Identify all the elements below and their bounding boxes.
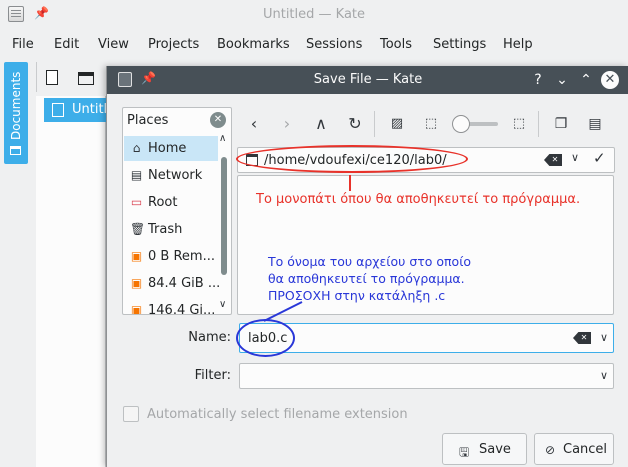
dialog-title: Save File — Kate [313, 72, 423, 87]
menubar: File Edit View Projects Bookmarks Sessio… [0, 30, 628, 58]
name-annotation-ellipse [236, 319, 295, 357]
cancel-button[interactable]: ⊘ Cancel [534, 433, 614, 465]
help-button[interactable]: ? [528, 70, 548, 90]
scroll-up-icon[interactable]: ∧ [219, 133, 226, 144]
documents-side-tab[interactable]: Documents [4, 62, 28, 164]
place-home[interactable]: ⌂ Home [124, 136, 218, 161]
path-annotation-line [349, 175, 351, 191]
preview-icon[interactable]: ▨ [384, 111, 410, 137]
place-label: 146.4 Gi... [148, 303, 216, 314]
filter-combobox[interactable]: ∨ [239, 363, 614, 389]
home-icon: ⌂ [132, 141, 141, 155]
place-drive-removable[interactable]: ▣ 0 B Rem... [124, 244, 218, 269]
filename-input[interactable]: lab0.c ✕ ∨ [239, 323, 614, 353]
save-button-label: Save [479, 442, 511, 457]
drive-icon: ▣ [130, 249, 143, 263]
place-trash[interactable]: 🗑 Trash [124, 217, 218, 242]
place-label: 84.4 GiB ... [148, 276, 221, 291]
toolbar-separator [374, 111, 375, 137]
main-window-title: Untitled — Kate [262, 7, 366, 22]
name-annotation-text: Το όνομα του αρχείου στο οποίο θα αποθηκ… [268, 253, 471, 304]
documents-tab-label: Documents [9, 71, 23, 140]
place-label: Root [148, 195, 178, 210]
clear-path-icon[interactable]: ✕ [544, 154, 562, 166]
name-annotation-line-1: Το όνομα του αρχείου στο οποίο [268, 254, 472, 269]
place-label: Trash [148, 222, 183, 237]
clear-name-icon[interactable]: ✕ [573, 332, 591, 344]
places-close-icon[interactable]: ✕ [210, 112, 226, 128]
path-annotation-ellipse [236, 145, 468, 173]
toolbar-separator [36, 62, 37, 92]
place-label: Network [148, 168, 203, 183]
zoom-in-icon[interactable]: ⬚ [506, 111, 532, 137]
document-item-untitled[interactable]: Untitled [44, 98, 112, 122]
new-folder-icon[interactable]: ❐ [548, 111, 574, 137]
toolbar-separator [538, 111, 539, 137]
network-icon: ▤ [130, 168, 143, 182]
path-annotation-text: Το μονοπάτι όπου θα αποθηκευτεί το πρόγρ… [256, 192, 581, 207]
places-panel: Places ✕ ⌂ Home ▤ Network ▭ Root 🗑 Trash… [122, 107, 232, 315]
forward-icon[interactable]: › [274, 111, 300, 137]
save-button[interactable]: 🖫 Save [442, 433, 527, 465]
place-label: 0 B Rem... [148, 249, 215, 264]
icon-size-slider[interactable] [452, 115, 500, 133]
close-button[interactable]: ✕ [601, 71, 619, 89]
new-document-icon[interactable] [46, 70, 58, 85]
name-annotation-line-3: ΠΡΟΣΟΧΗ στην κατάληξη .c [268, 288, 446, 303]
place-label: Home [148, 141, 187, 156]
document-list [36, 96, 106, 467]
place-root[interactable]: ▭ Root [124, 190, 218, 215]
zoom-out-icon[interactable]: ⬚ [418, 111, 444, 137]
pin-icon[interactable]: 📌 [34, 6, 49, 20]
slider-handle[interactable] [452, 115, 470, 133]
menu-help[interactable]: Help [503, 37, 533, 52]
name-annotation-line-2: θα αποθηκευτεί το πρόγραμμα. [268, 271, 465, 286]
document-icon [52, 103, 64, 117]
folder-icon [10, 146, 21, 155]
chevron-down-icon[interactable]: ∨ [600, 331, 608, 344]
drive-icon: ▣ [130, 303, 143, 315]
scroll-down-icon[interactable]: ∨ [219, 299, 226, 310]
screen: Untitled — Kate 📌 File Edit View Project… [0, 0, 628, 467]
chevron-down-icon[interactable]: ∨ [600, 369, 608, 382]
drive-icon: ▣ [130, 276, 143, 290]
filter-label: Filter: [194, 368, 231, 383]
trash-icon: 🗑 [130, 222, 146, 236]
menu-bookmarks[interactable]: Bookmarks [217, 37, 290, 52]
scroll-thumb[interactable] [221, 157, 227, 275]
cancel-icon: ⊘ [545, 443, 556, 457]
reload-icon[interactable]: ↻ [342, 111, 368, 137]
maximize-button[interactable]: ⌃ [576, 70, 596, 90]
auto-extension-label: Automatically select filename extension [147, 407, 408, 422]
save-icon: 🖫 [459, 445, 470, 459]
dialog-titlebar[interactable]: 📌 Save File — Kate ? ⌄ ⌃ ✕ [107, 66, 628, 94]
menu-edit[interactable]: Edit [54, 37, 79, 52]
open-folder-icon[interactable] [78, 72, 94, 85]
places-scrollbar[interactable]: ∧ ∨ [218, 133, 230, 313]
cancel-button-label: Cancel [563, 442, 608, 457]
menu-settings[interactable]: Settings [433, 37, 486, 52]
place-drive-146gib[interactable]: ▣ 146.4 Gi... [124, 298, 218, 314]
auto-extension-checkbox[interactable] [123, 406, 139, 422]
kate-app-icon[interactable] [8, 6, 24, 22]
minimize-button[interactable]: ⌄ [552, 70, 572, 90]
confirm-path-icon[interactable]: ✓ [593, 149, 606, 167]
place-network[interactable]: ▤ Network [124, 163, 218, 188]
chevron-down-icon[interactable]: ∨ [571, 151, 579, 164]
menu-sessions[interactable]: Sessions [306, 37, 362, 52]
options-menu-icon[interactable]: ▤ [582, 111, 608, 137]
name-label: Name: [188, 330, 231, 345]
menu-projects[interactable]: Projects [148, 37, 199, 52]
main-window-titlebar[interactable]: Untitled — Kate 📌 [0, 0, 628, 30]
menu-view[interactable]: View [98, 37, 129, 52]
root-folder-icon: ▭ [130, 195, 143, 209]
back-icon[interactable]: ‹ [241, 111, 267, 137]
place-drive-84gib[interactable]: ▣ 84.4 GiB ... [124, 271, 221, 296]
parent-folder-icon[interactable]: ∧ [308, 111, 334, 137]
menu-tools[interactable]: Tools [380, 37, 412, 52]
places-title: Places [127, 113, 169, 128]
